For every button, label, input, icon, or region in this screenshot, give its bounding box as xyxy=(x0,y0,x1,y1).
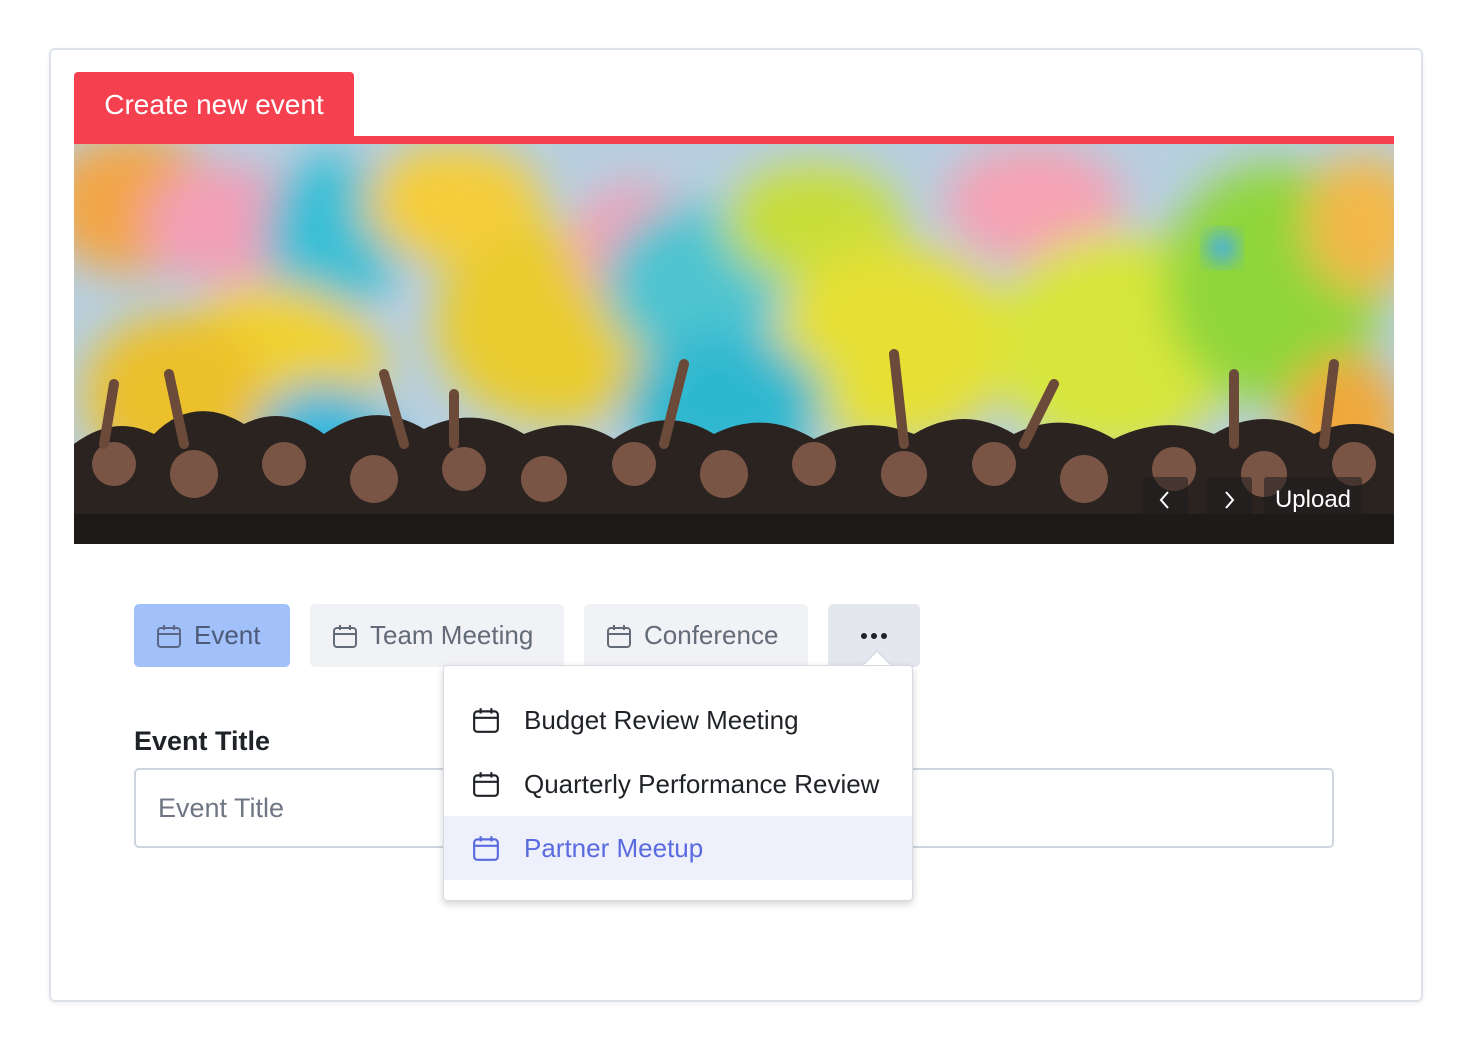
type-event-label: Event xyxy=(194,620,261,650)
type-team-meeting-label: Team Meeting xyxy=(370,620,534,650)
type-conference-label: Conference xyxy=(644,620,779,650)
dropdown-item-budget-review[interactable]: Budget Review Meeting xyxy=(444,688,912,752)
dropdown-caret xyxy=(864,652,890,665)
chevron-right-icon xyxy=(1225,491,1235,509)
dropdown-item-label: Quarterly Performance Review xyxy=(524,768,880,799)
calendar-icon xyxy=(333,624,357,648)
calendar-icon xyxy=(157,624,181,648)
calendar-icon xyxy=(473,836,499,861)
dropdown-item-partner-meetup[interactable]: Partner Meetup xyxy=(444,816,912,880)
prev-image-button[interactable] xyxy=(1142,477,1188,523)
type-conference-button[interactable]: Conference xyxy=(584,604,808,667)
calendar-icon xyxy=(607,624,631,648)
dropdown-item-quarterly-review[interactable]: Quarterly Performance Review xyxy=(444,752,912,816)
create-event-tab[interactable]: Create new event xyxy=(74,72,354,138)
banner-illustration xyxy=(74,144,1394,544)
dropdown-item-label: Partner Meetup xyxy=(524,832,704,863)
calendar-icon xyxy=(473,708,499,733)
dropdown-item-label: Budget Review Meeting xyxy=(524,704,799,735)
calendar-icon xyxy=(473,772,499,797)
header-accent-bar xyxy=(74,136,1394,144)
type-team-meeting-button[interactable]: Team Meeting xyxy=(310,604,564,667)
type-event-button[interactable]: Event xyxy=(134,604,290,667)
next-image-button[interactable] xyxy=(1206,477,1252,523)
event-title-label: Event Title xyxy=(134,726,271,756)
more-types-dropdown: Budget Review Meeting Quarterly Performa… xyxy=(443,665,913,901)
more-horizontal-icon xyxy=(861,632,887,639)
chevron-left-icon xyxy=(1159,491,1169,509)
banner-image xyxy=(74,144,1394,544)
upload-button[interactable]: Upload xyxy=(1264,477,1362,523)
